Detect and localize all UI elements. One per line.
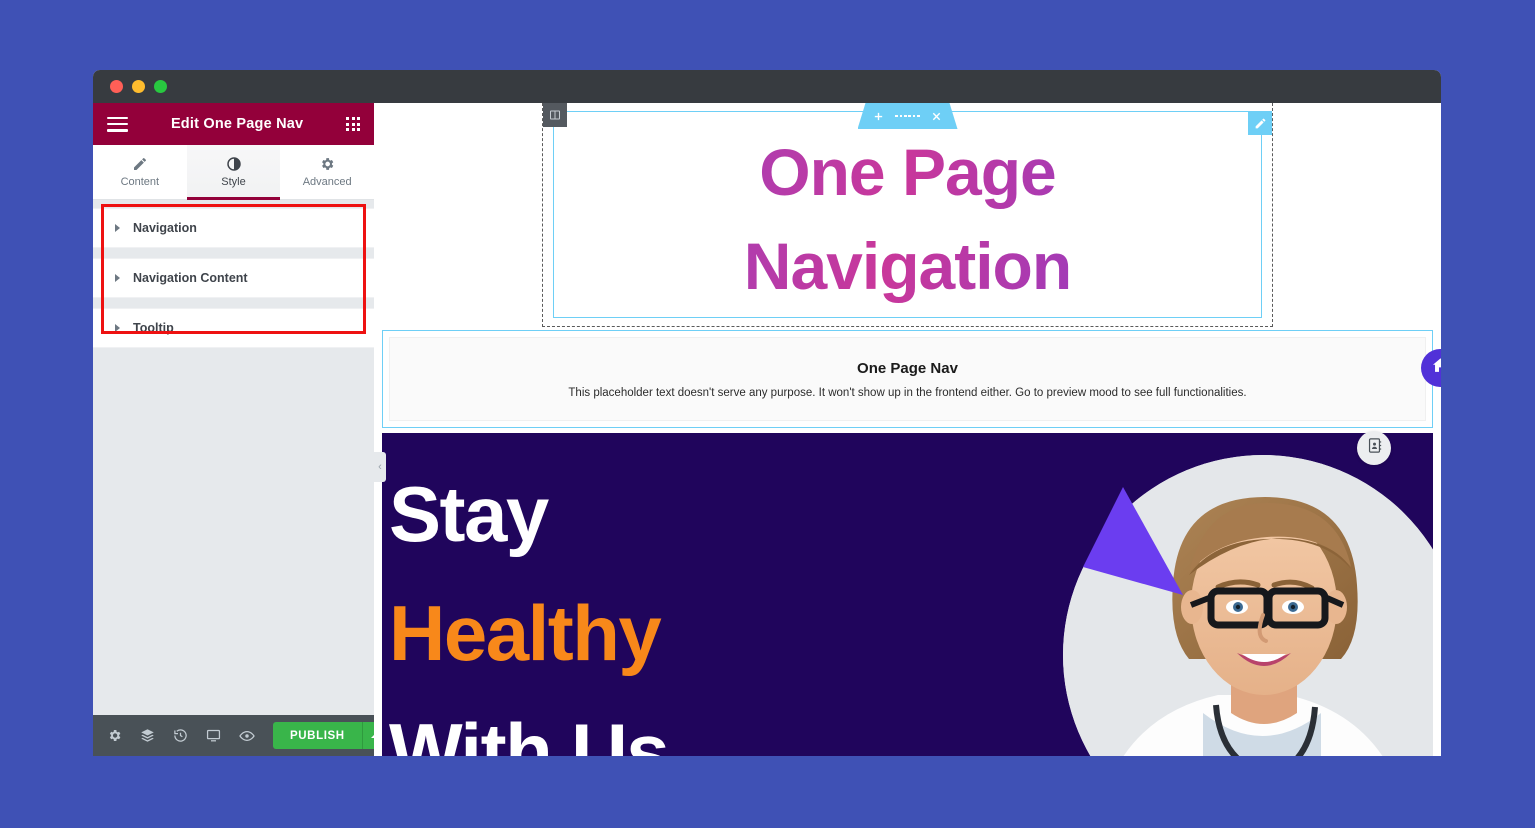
responsive-mode-icon[interactable] <box>206 728 221 743</box>
panel-header: Edit One Page Nav <box>93 103 374 145</box>
publish-button[interactable]: PUBLISH <box>273 722 362 749</box>
canvas-section-hero[interactable]: Stay Healthy With Us <box>382 433 1433 756</box>
browser-window: Edit One Page Nav Content Style Advanced… <box>93 70 1441 756</box>
heading-line-1: One Page <box>759 135 1056 209</box>
preview-eye-icon[interactable] <box>239 728 255 744</box>
hero-line-1: Stay <box>389 470 549 558</box>
canvas-section-one-page-nav[interactable]: One Page Nav This placeholder text doesn… <box>382 330 1441 465</box>
drag-dots-icon[interactable] <box>895 114 920 118</box>
caret-right-icon <box>115 324 120 332</box>
heading-widget[interactable]: One Page Navigation <box>554 126 1261 313</box>
accordion-navigation-label: Navigation <box>133 221 197 235</box>
contrast-icon <box>226 156 242 172</box>
layers-icon[interactable] <box>140 728 155 743</box>
caret-right-icon <box>115 224 120 232</box>
tab-style-label: Style <box>221 176 246 188</box>
nav-dot-home[interactable] <box>1421 349 1441 387</box>
doctor-photo <box>1063 455 1433 756</box>
edit-widget-pencil-icon[interactable] <box>1248 111 1272 135</box>
panel-tabs: Content Style Advanced <box>93 145 375 200</box>
chevron-left-icon: ‹ <box>378 461 382 473</box>
preview-canvas: One Page Navigation One Page Nav This pl… <box>374 103 1441 756</box>
hero-line-2: Healthy <box>389 588 662 677</box>
gear-icon <box>319 156 335 172</box>
hamburger-icon[interactable] <box>107 116 128 132</box>
canvas-column[interactable]: One Page Navigation <box>553 111 1262 318</box>
tab-content[interactable]: Content <box>93 145 187 199</box>
close-icon[interactable] <box>931 111 942 122</box>
accordion-tooltip-label: Tooltip <box>133 321 174 335</box>
tab-advanced[interactable]: Advanced <box>280 145 375 199</box>
nav-dot-contact[interactable] <box>1357 431 1391 465</box>
pencil-icon <box>132 156 148 172</box>
heading-line-2: Navigation <box>743 228 1072 303</box>
column-icon[interactable] <box>543 103 567 127</box>
browser-titlebar <box>93 70 1441 103</box>
home-icon <box>1431 356 1441 380</box>
tab-style[interactable]: Style <box>186 145 281 200</box>
section-toolbar <box>857 103 958 129</box>
history-icon[interactable] <box>173 728 188 743</box>
hero-image-area <box>1033 455 1433 756</box>
accordion-tooltip[interactable]: Tooltip <box>93 308 374 348</box>
publish-group: PUBLISH <box>273 722 389 749</box>
address-book-icon <box>1366 437 1383 459</box>
one-page-nav-title: One Page Nav <box>857 359 958 377</box>
one-page-nav-placeholder: One Page Nav This placeholder text doesn… <box>389 337 1441 421</box>
elementor-editor-panel: Edit One Page Nav Content Style Advanced… <box>93 103 389 756</box>
canvas-section-title[interactable]: One Page Navigation <box>542 103 1273 327</box>
plus-icon[interactable] <box>873 111 884 122</box>
panel-footer: PUBLISH <box>93 715 389 756</box>
minimize-window-dot[interactable] <box>132 80 145 93</box>
accordion-navigation-content-label: Navigation Content <box>133 271 248 285</box>
apps-grid-icon[interactable] <box>346 117 360 131</box>
panel-title: Edit One Page Nav <box>170 116 304 132</box>
one-page-nav-description: This placeholder text doesn't serve any … <box>568 386 1247 399</box>
accordion-navigation-content[interactable]: Navigation Content <box>93 258 374 298</box>
close-window-dot[interactable] <box>110 80 123 93</box>
accordion-navigation[interactable]: Navigation <box>93 208 374 248</box>
hero-line-3: With Us <box>389 707 670 756</box>
maximize-window-dot[interactable] <box>154 80 167 93</box>
window-body: Edit One Page Nav Content Style Advanced… <box>93 103 1441 756</box>
tab-content-label: Content <box>120 176 160 188</box>
gear-icon[interactable] <box>107 728 122 743</box>
tab-advanced-label: Advanced <box>302 176 352 188</box>
style-controls-area: Navigation Navigation Content Tooltip <box>93 200 374 715</box>
panel-collapse-handle[interactable]: ‹ <box>374 452 386 482</box>
caret-right-icon <box>115 274 120 282</box>
hero-heading: Stay Healthy With Us <box>389 455 670 756</box>
